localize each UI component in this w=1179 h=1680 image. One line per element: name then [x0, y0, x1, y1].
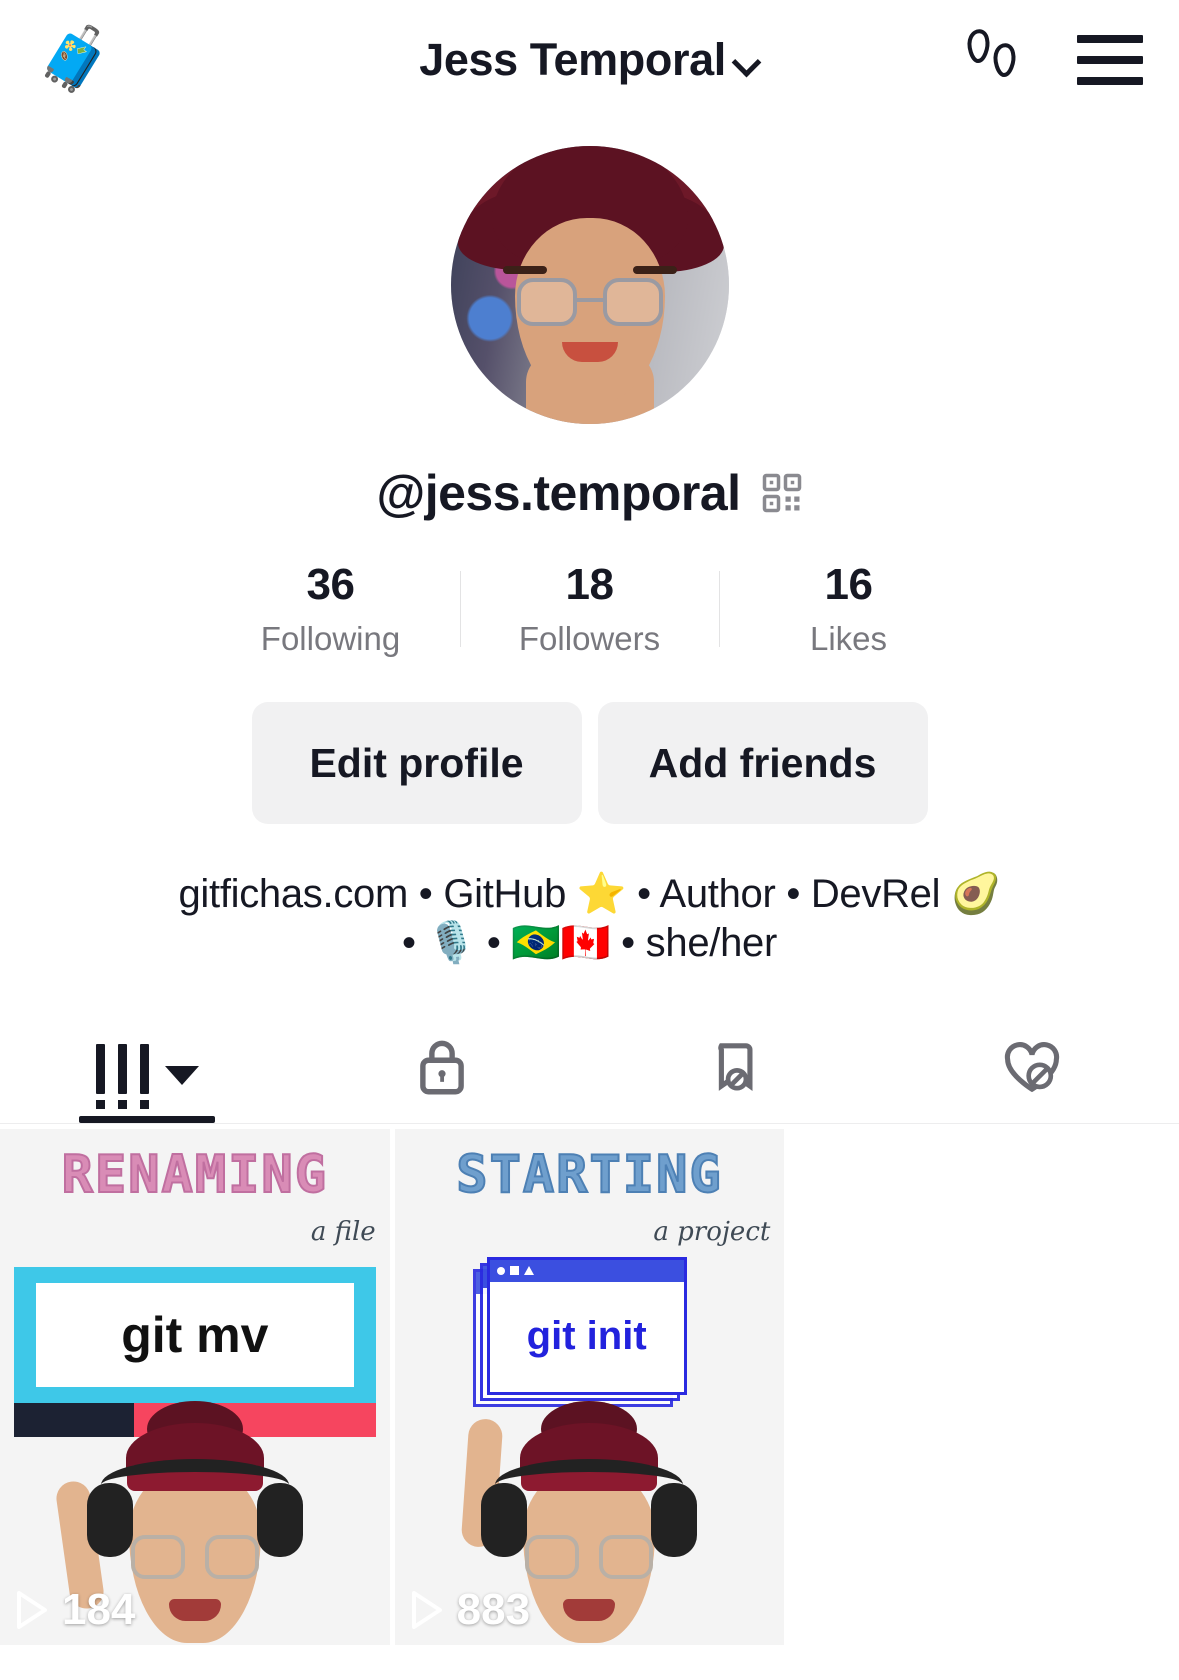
bio-line-1: gitfichas.com • GitHub ⭐ • Author • DevR…	[178, 872, 1001, 916]
likes-count: 16	[824, 560, 873, 609]
username-row: @jess.temporal	[0, 464, 1179, 522]
view-count-group: 883	[409, 1585, 530, 1635]
avatar-brow-right	[632, 266, 677, 274]
profile-tabs	[0, 1016, 1179, 1124]
avatar-brow-left	[502, 266, 547, 274]
edit-profile-button[interactable]: Edit profile	[251, 702, 582, 824]
chevron-down-icon[interactable]	[734, 50, 760, 76]
menu-line	[1077, 35, 1143, 43]
thumbnail-title: RENAMING	[61, 1144, 329, 1206]
tab-videos[interactable]	[0, 1016, 295, 1123]
heart-hidden-icon	[1001, 1038, 1063, 1101]
avatar[interactable]	[450, 146, 729, 424]
followers-label: Followers	[518, 620, 661, 657]
play-icon	[14, 1589, 48, 1631]
tab-saved[interactable]	[590, 1016, 885, 1123]
tab-private[interactable]	[295, 1016, 590, 1123]
stats-row: 36 Following 18 Followers 16 Likes	[0, 560, 1179, 658]
following-label: Following	[260, 620, 401, 657]
video-thumbnail: RENAMING a file git mv	[0, 1128, 390, 1645]
bookmark-hidden-icon	[708, 1037, 766, 1102]
video-cell[interactable]: STARTING a project git init 883	[394, 1128, 785, 1645]
likes-label: Likes	[809, 620, 888, 657]
thumbnail-title: STARTING	[455, 1144, 723, 1206]
header-actions	[965, 27, 1143, 93]
video-cell-empty	[789, 1128, 1179, 1645]
qr-code-icon[interactable]	[761, 472, 803, 514]
tiktok-profile-screen: 🧳 Jess Temporal @jess.temporal 36 Follow…	[0, 0, 1179, 1680]
video-cell[interactable]: RENAMING a file git mv 184	[0, 1128, 390, 1645]
lock-icon	[415, 1037, 469, 1102]
stat-likes[interactable]: 16 Likes	[720, 560, 978, 658]
play-icon	[409, 1589, 443, 1631]
thumbnail-subtitle: a project	[653, 1216, 771, 1247]
active-tab-indicator	[79, 1115, 216, 1123]
video-thumbnail: STARTING a project git init	[394, 1128, 785, 1645]
stat-following[interactable]: 36 Following	[202, 560, 460, 658]
bio-line-2: • 🎙️ • 🇧🇷🇨🇦 • she/her	[401, 920, 777, 965]
command-text: git mv	[121, 1306, 269, 1363]
page-title: Jess Temporal	[419, 34, 726, 85]
view-count: 883	[456, 1584, 531, 1634]
view-count-group: 184	[14, 1585, 135, 1635]
thumbnail-subtitle: a file	[310, 1216, 376, 1247]
view-count: 184	[62, 1584, 136, 1634]
suitcase-icon[interactable]: 🧳	[36, 29, 126, 91]
window-front: git init	[486, 1256, 687, 1395]
followers-count: 18	[565, 560, 614, 609]
menu-line	[1077, 56, 1143, 64]
video-grid: RENAMING a file git mv 184 STARTING a pr…	[0, 1128, 1179, 1645]
app-header: 🧳 Jess Temporal	[0, 0, 1179, 120]
hamburger-menu-icon[interactable]	[1077, 35, 1143, 85]
profile-bio[interactable]: gitfichas.com • GitHub ⭐ • Author • DevR…	[80, 870, 1100, 968]
username: @jess.temporal	[376, 465, 741, 521]
avatar-glasses	[516, 278, 663, 326]
profile-actions: Edit profile Add friends	[0, 702, 1179, 824]
following-count: 36	[306, 560, 355, 609]
add-friends-button[interactable]: Add friends	[597, 702, 928, 824]
stat-followers[interactable]: 18 Followers	[461, 560, 719, 658]
tab-liked[interactable]	[884, 1016, 1179, 1123]
command-card: git mv	[14, 1266, 376, 1403]
footprints-icon[interactable]	[965, 27, 1025, 93]
menu-line	[1077, 77, 1143, 85]
chevron-down-icon[interactable]	[164, 1065, 199, 1085]
avatar-container	[0, 146, 1179, 424]
grid-videos-icon	[95, 1044, 149, 1110]
command-text: git init	[526, 1313, 647, 1358]
